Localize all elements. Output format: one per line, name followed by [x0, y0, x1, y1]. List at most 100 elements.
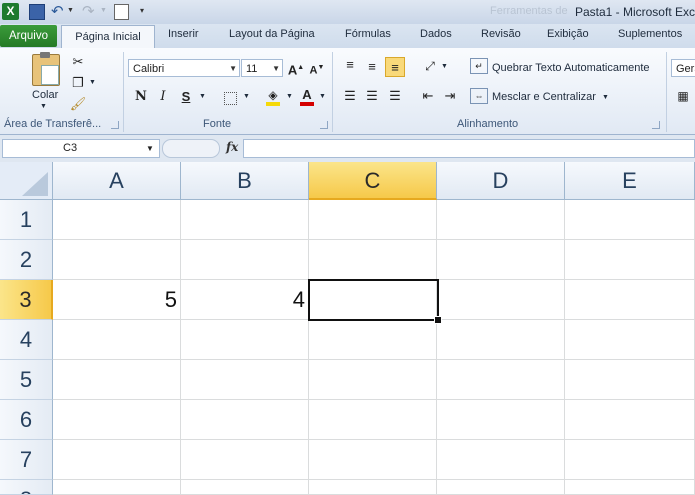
- grow-font-icon[interactable]: A▲: [286, 58, 306, 78]
- cell-e3[interactable]: [565, 280, 695, 320]
- cell-b1[interactable]: [181, 200, 309, 240]
- print-preview-icon[interactable]: [114, 4, 129, 20]
- cell-c8[interactable]: [309, 480, 437, 495]
- excel-icon[interactable]: X: [2, 3, 19, 20]
- cell-c6[interactable]: [309, 400, 437, 440]
- paste-button[interactable]: Colar: [32, 89, 58, 101]
- row-header-7[interactable]: 7: [0, 440, 53, 480]
- row-header-6[interactable]: 6: [0, 400, 53, 440]
- customize-toolbar-icon[interactable]: ▾: [140, 6, 156, 22]
- cell-a4[interactable]: [53, 320, 181, 360]
- cell-a3[interactable]: 5: [53, 280, 181, 320]
- font-name-dropdown-icon[interactable]: ▼: [229, 60, 237, 78]
- cell-d2[interactable]: [437, 240, 565, 280]
- tab-review[interactable]: Revisão: [481, 28, 521, 40]
- cell-e7[interactable]: [565, 440, 695, 480]
- align-left-icon[interactable]: ☰: [340, 86, 360, 106]
- font-color-dropdown-icon[interactable]: ▼: [319, 93, 326, 100]
- copy-icon[interactable]: ❐: [68, 73, 88, 93]
- font-size-combo[interactable]: 11 ▼: [241, 59, 283, 77]
- row-header-2[interactable]: 2: [0, 240, 53, 280]
- active-cell-c3[interactable]: [308, 279, 439, 321]
- column-header-d[interactable]: D: [437, 162, 565, 200]
- cell-c4[interactable]: [309, 320, 437, 360]
- undo-icon[interactable]: ↶: [51, 2, 67, 20]
- decrease-indent-icon[interactable]: ⇤: [418, 86, 438, 106]
- cell-c5[interactable]: [309, 360, 437, 400]
- row-header-4[interactable]: 4: [0, 320, 53, 360]
- tab-add-ins[interactable]: Suplementos: [618, 28, 682, 40]
- cell-d7[interactable]: [437, 440, 565, 480]
- wrap-text-icon[interactable]: ↵: [470, 58, 488, 74]
- cell-a6[interactable]: [53, 400, 181, 440]
- fill-handle[interactable]: [434, 316, 442, 324]
- cell-c2[interactable]: [309, 240, 437, 280]
- align-middle-icon[interactable]: ≡: [362, 57, 382, 77]
- paste-icon[interactable]: [32, 52, 60, 86]
- cell-e1[interactable]: [565, 200, 695, 240]
- font-color-icon[interactable]: A: [297, 85, 317, 106]
- redo-icon[interactable]: ↷: [82, 2, 98, 20]
- column-header-c[interactable]: C: [309, 162, 437, 200]
- select-all-corner[interactable]: [0, 162, 53, 200]
- borders-dropdown-icon[interactable]: ▼: [243, 93, 250, 100]
- tab-home[interactable]: Página Inicial: [61, 25, 155, 49]
- row-header-1[interactable]: 1: [0, 200, 53, 240]
- row-header-8[interactable]: 8: [0, 480, 53, 495]
- align-bottom-icon[interactable]: ≡: [385, 57, 405, 77]
- cell-d1[interactable]: [437, 200, 565, 240]
- number-format-combo[interactable]: Gera: [671, 59, 695, 77]
- orientation-dropdown-icon[interactable]: ▼: [441, 63, 448, 70]
- name-box[interactable]: C3: [2, 139, 160, 158]
- cell-c7[interactable]: [309, 440, 437, 480]
- formula-bar-handle[interactable]: [162, 139, 220, 158]
- underline-button[interactable]: S: [176, 87, 196, 107]
- font-launcher-icon[interactable]: [320, 121, 328, 129]
- tab-page-layout[interactable]: Layout da Página: [229, 28, 315, 40]
- formula-input[interactable]: [243, 139, 695, 158]
- merge-center-dropdown-icon[interactable]: ▼: [602, 94, 609, 101]
- cell-a8[interactable]: [53, 480, 181, 495]
- cell-a1[interactable]: [53, 200, 181, 240]
- undo-dropdown-icon[interactable]: ▼: [67, 7, 83, 23]
- cell-b5[interactable]: [181, 360, 309, 400]
- cell-e8[interactable]: [565, 480, 695, 495]
- cell-b8[interactable]: [181, 480, 309, 495]
- format-painter-icon[interactable]: 🖌: [68, 94, 88, 114]
- copy-dropdown-icon[interactable]: ▼: [89, 79, 96, 86]
- cell-e2[interactable]: [565, 240, 695, 280]
- cell-d6[interactable]: [437, 400, 565, 440]
- increase-indent-icon[interactable]: ⇥: [440, 86, 460, 106]
- cell-d4[interactable]: [437, 320, 565, 360]
- accounting-format-icon[interactable]: ▦: [673, 86, 693, 106]
- cell-e6[interactable]: [565, 400, 695, 440]
- name-box-dropdown-icon[interactable]: ▼: [146, 144, 154, 153]
- cell-b7[interactable]: [181, 440, 309, 480]
- cell-a7[interactable]: [53, 440, 181, 480]
- cell-a5[interactable]: [53, 360, 181, 400]
- cell-b2[interactable]: [181, 240, 309, 280]
- shrink-font-icon[interactable]: A▼: [307, 58, 327, 78]
- tab-data[interactable]: Dados: [420, 28, 452, 40]
- clipboard-launcher-icon[interactable]: [111, 121, 119, 129]
- underline-dropdown-icon[interactable]: ▼: [199, 93, 206, 100]
- italic-button[interactable]: I: [153, 87, 173, 107]
- column-header-a[interactable]: A: [53, 162, 181, 200]
- bold-button[interactable]: N: [131, 87, 151, 107]
- tab-view[interactable]: Exibição: [547, 28, 589, 40]
- fill-color-icon[interactable]: ◈: [263, 85, 283, 106]
- wrap-text-button[interactable]: Quebrar Texto Automaticamente: [492, 62, 650, 74]
- row-header-5[interactable]: 5: [0, 360, 53, 400]
- cell-e5[interactable]: [565, 360, 695, 400]
- align-center-icon[interactable]: ☰: [362, 86, 382, 106]
- font-size-dropdown-icon[interactable]: ▼: [272, 60, 280, 78]
- borders-icon[interactable]: [220, 87, 240, 107]
- tab-insert[interactable]: Inserir: [168, 28, 199, 40]
- cell-d3[interactable]: [437, 280, 565, 320]
- cell-b6[interactable]: [181, 400, 309, 440]
- cell-c1[interactable]: [309, 200, 437, 240]
- column-header-b[interactable]: B: [181, 162, 309, 200]
- cut-icon[interactable]: ✂: [68, 52, 88, 72]
- fill-color-dropdown-icon[interactable]: ▼: [286, 93, 293, 100]
- paste-dropdown-icon[interactable]: ▼: [40, 103, 47, 110]
